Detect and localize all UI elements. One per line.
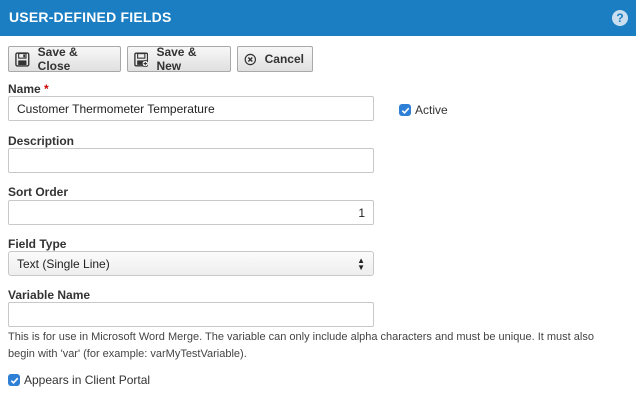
variable-name-label: Variable Name bbox=[8, 288, 91, 302]
save-close-label: Save & Close bbox=[37, 45, 78, 73]
title-bar: USER-DEFINED FIELDS ? bbox=[0, 0, 636, 36]
save-new-button[interactable]: Save & New bbox=[127, 45, 231, 73]
floppy-disk-icon bbox=[15, 51, 30, 67]
description-input[interactable] bbox=[8, 148, 374, 173]
field-type-selected: Text (Single Line) bbox=[17, 256, 110, 271]
checkbox-checked-icon bbox=[8, 374, 20, 386]
field-type-label: Field Type bbox=[8, 237, 67, 251]
name-input-value: Customer Thermometer Temperature bbox=[17, 101, 215, 116]
variable-name-help: This is for use in Microsoft Word Merge.… bbox=[8, 331, 594, 360]
save-close-button[interactable]: Save & Close bbox=[8, 45, 121, 73]
name-label-text: Name bbox=[8, 82, 41, 96]
save-new-label: Save & New bbox=[156, 45, 197, 73]
cancel-circle-icon bbox=[244, 53, 257, 65]
field-type-select[interactable]: Text (Single Line) ▲ ▼ bbox=[8, 251, 374, 276]
client-portal-checkbox[interactable]: Appears in Client Portal bbox=[8, 373, 150, 387]
sort-order-value: 1 bbox=[358, 205, 365, 220]
name-input[interactable]: Customer Thermometer Temperature bbox=[8, 96, 374, 121]
sort-order-label: Sort Order bbox=[8, 185, 69, 199]
required-marker: * bbox=[44, 82, 49, 96]
name-label: Name * bbox=[8, 82, 49, 96]
active-checkbox[interactable]: Active bbox=[399, 103, 448, 117]
client-portal-label: Appears in Client Portal bbox=[24, 373, 151, 387]
cancel-button[interactable]: Cancel bbox=[237, 46, 313, 72]
checkbox-checked-icon bbox=[399, 104, 411, 116]
page-title: USER-DEFINED FIELDS bbox=[9, 9, 172, 25]
description-label: Description bbox=[8, 134, 75, 148]
floppy-disk-plus-icon bbox=[134, 51, 149, 67]
cancel-label: Cancel bbox=[264, 52, 304, 66]
help-icon[interactable]: ? bbox=[612, 10, 628, 26]
select-arrows-icon: ▲ ▼ bbox=[357, 255, 365, 272]
toolbar: Save & Close Save & New Cancel bbox=[8, 45, 313, 73]
sort-order-input[interactable]: 1 bbox=[8, 200, 374, 225]
active-label: Active bbox=[415, 103, 448, 117]
variable-name-input[interactable] bbox=[8, 302, 374, 327]
